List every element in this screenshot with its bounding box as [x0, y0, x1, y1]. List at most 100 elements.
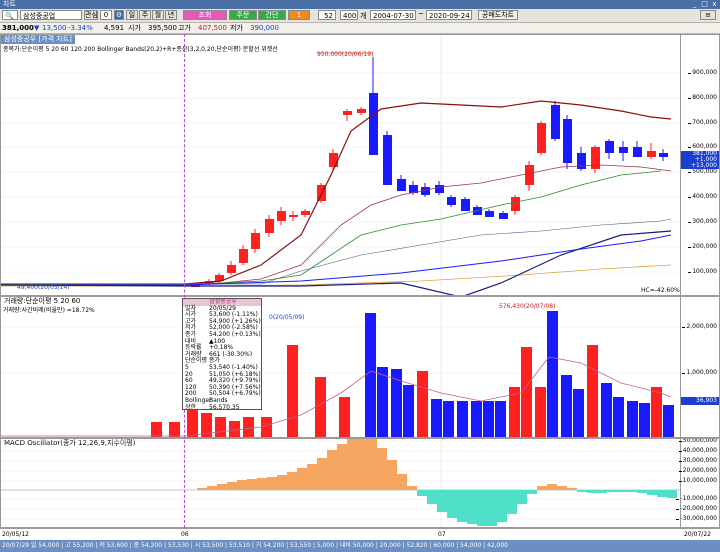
- macd-chart-svg: [1, 439, 683, 527]
- query-button[interactable]: 조회: [183, 10, 227, 20]
- bars-input[interactable]: 4000: [340, 10, 358, 20]
- macd-bar: [347, 439, 357, 490]
- volume-bar: [547, 311, 558, 437]
- menu-icon[interactable]: ≡: [700, 10, 716, 20]
- stock-code-input[interactable]: 삼성중공업: [20, 10, 82, 20]
- ma20-line: [1, 164, 672, 285]
- price-y-label: 700,000: [688, 119, 717, 126]
- close-button[interactable]: x: [710, 0, 719, 9]
- code-search-icon[interactable]: 🔍: [2, 10, 18, 20]
- current-price-tag: 381,000 +1,000 +13,000: [681, 151, 719, 169]
- macd-bar: [607, 490, 617, 492]
- macd-y-label: 40,000,000: [678, 447, 717, 454]
- open-price: 395,500: [148, 24, 177, 32]
- candle-body: [563, 119, 572, 163]
- period-day-button[interactable]: 일: [126, 10, 138, 20]
- volume-bar: [639, 403, 650, 437]
- candle-body: [499, 213, 508, 219]
- high-price: 407,500: [198, 24, 227, 32]
- maximize-button[interactable]: □: [700, 0, 709, 9]
- x-label-july: 07: [438, 531, 446, 538]
- macd-bar: [567, 488, 577, 490]
- simple-button[interactable]: 간단: [258, 10, 286, 20]
- count-input[interactable]: 52: [318, 10, 336, 20]
- macd-bar: [537, 486, 547, 490]
- price-y-label: 100,000: [688, 268, 717, 275]
- macd-chart-panel[interactable]: MACD Oscillator(종가 12,26,9,지수이평) 50,000,…: [0, 438, 720, 528]
- period-week-button[interactable]: 주: [139, 10, 151, 20]
- macd-bar: [237, 480, 247, 490]
- period-year-button[interactable]: 년: [165, 10, 177, 20]
- candle-body: [343, 111, 352, 115]
- macd-bar: [367, 439, 377, 490]
- macd-bar: [477, 490, 487, 526]
- interest-button[interactable]: 관심: [84, 10, 98, 20]
- candle-body: [525, 165, 534, 185]
- date-to-input[interactable]: 2020-09-24: [426, 10, 472, 20]
- mode-button[interactable]: 1: [288, 10, 310, 20]
- macd-bar: [497, 490, 507, 522]
- high-annotation: 950,000(20/06/19): [317, 51, 374, 58]
- macd-bar: [217, 484, 227, 490]
- macd-y-label: 20,000,000: [678, 467, 717, 474]
- macd-bar: [327, 450, 337, 490]
- macd-bar: [527, 490, 537, 494]
- count-field[interactable]: 0: [100, 10, 112, 20]
- macd-bar: [597, 490, 607, 493]
- macd-bar: [587, 490, 597, 493]
- crosshair-line: [184, 34, 185, 528]
- price-chart-panel[interactable]: 삼성중공우 [가격 차트] 종목가:단순이평 5 20 60 120 200 B…: [0, 34, 720, 296]
- candle-body: [619, 147, 628, 153]
- macd-bar: [437, 490, 447, 512]
- volume-bar: [483, 401, 494, 437]
- macd-bar: [577, 490, 587, 492]
- volume-bar: [651, 387, 662, 437]
- macd-bar: [517, 490, 527, 504]
- volume-bar: [339, 397, 350, 437]
- date-from-input[interactable]: 2004-07-30: [370, 10, 416, 20]
- volume-bar: [229, 421, 240, 437]
- volume-bar: [403, 385, 414, 437]
- volume-y-axis: 2,000,000 1,000,000: [680, 297, 719, 437]
- macd-bar: [357, 439, 367, 490]
- macd-y-label: -10,000,000: [676, 495, 717, 502]
- macd-y-label: 10,000,000: [678, 477, 717, 484]
- macd-bar: [427, 490, 437, 504]
- volume-bar: [601, 383, 612, 437]
- macd-bar: [417, 490, 427, 496]
- current-price: 381,000: [2, 24, 34, 32]
- macd-y-axis: 50,000,000 40,000,000 30,000,000 20,000,000…: [676, 439, 719, 527]
- price-y-label: 800,000: [688, 94, 717, 101]
- volume-chart-svg: [1, 297, 683, 437]
- data-info-box: 삼성중공우 일자 20/05/29 시가 53,600 (-1.11%) 고가 54,900…: [182, 298, 262, 410]
- candle-body: [659, 153, 668, 157]
- settings-icon[interactable]: ⚙: [114, 10, 124, 20]
- candle-body: [397, 179, 406, 191]
- short-sale-chart-button[interactable]: 공매도차트: [478, 10, 518, 20]
- volume-bar: [561, 375, 572, 437]
- order-button[interactable]: 주문: [229, 10, 257, 20]
- volume-bar: [457, 401, 468, 437]
- volume-bar: [151, 422, 162, 437]
- candle-body: [265, 219, 274, 233]
- ma120-line: [1, 234, 672, 286]
- volume-chart-panel[interactable]: 거래량:단순이평 5 20 60 거래량:사간비례(비율만) =18.72% 2…: [0, 296, 720, 438]
- open-label: 시가: [128, 24, 141, 32]
- trade-volume: 4,591: [104, 24, 125, 32]
- volume-bar: [261, 417, 272, 437]
- macd-bar: [667, 490, 677, 498]
- macd-y-label: -30,000,000: [676, 515, 717, 522]
- price-y-label: 900,000: [688, 69, 717, 76]
- ma5-line: [1, 170, 662, 285]
- period-month-button[interactable]: 월: [152, 10, 164, 20]
- volume-bar: [627, 401, 638, 437]
- macd-bar: [487, 490, 497, 526]
- macd-bar: [277, 475, 287, 490]
- minimize-button[interactable]: _: [690, 0, 699, 9]
- macd-bar: [457, 490, 467, 522]
- candle-body: [485, 211, 494, 217]
- price-tag-3: +13,000: [690, 162, 717, 169]
- x-label-end: 20/07/22: [684, 531, 711, 538]
- candle-body: [447, 197, 456, 205]
- macd-bar: [227, 482, 237, 490]
